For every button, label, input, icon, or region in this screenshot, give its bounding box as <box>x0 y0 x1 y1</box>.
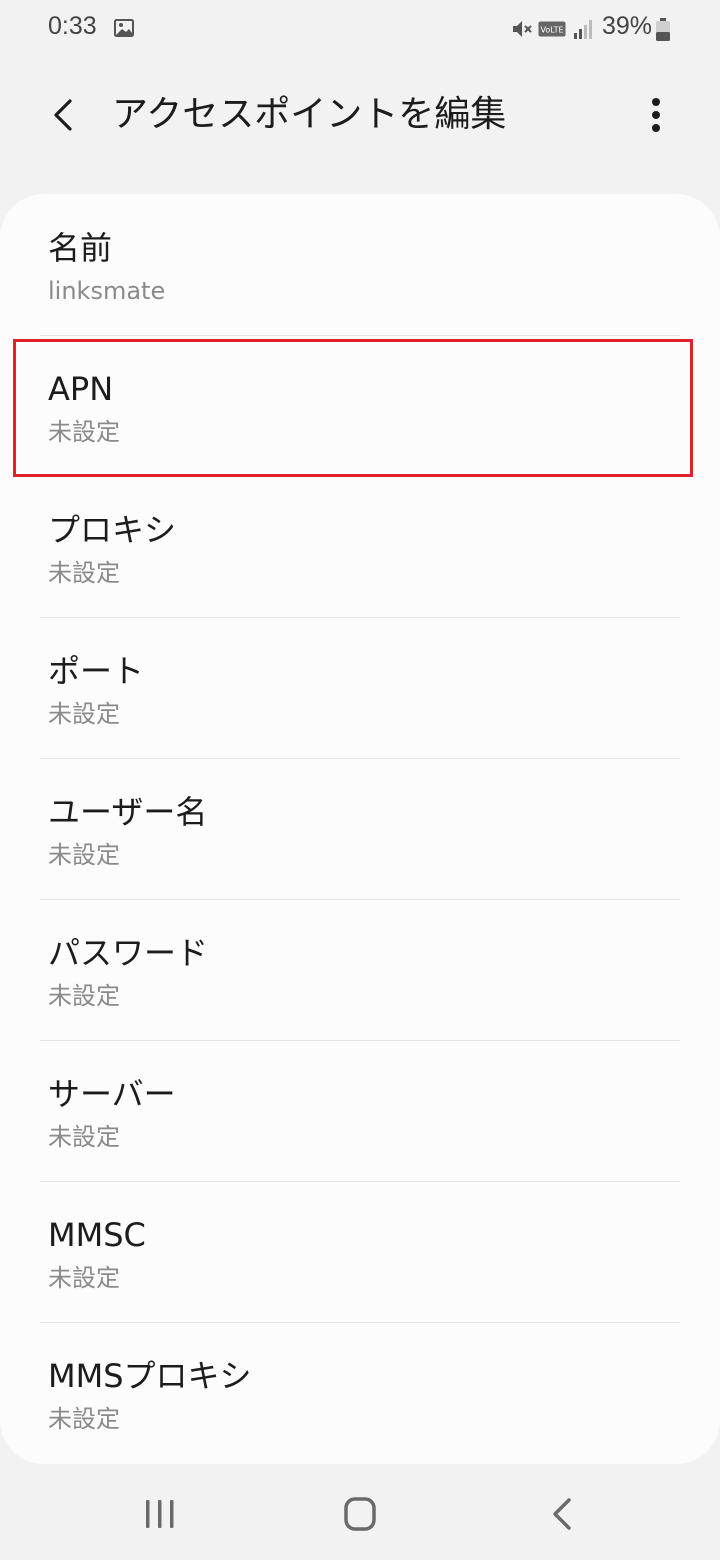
setting-title: 名前 <box>48 229 113 267</box>
setting-item-proxy[interactable]: プロキシ 未設定 <box>0 476 720 617</box>
setting-item-apn[interactable]: APN 未設定 <box>0 335 720 476</box>
navigation-bar <box>0 1464 720 1560</box>
setting-title: ポート <box>48 652 145 690</box>
setting-value: 未設定 <box>48 841 120 869</box>
setting-item-password[interactable]: パスワード 未設定 <box>0 899 720 1040</box>
setting-title: プロキシ <box>48 511 177 549</box>
more-options-button[interactable] <box>636 92 676 138</box>
app-bar: アクセスポイントを編集 <box>0 70 720 160</box>
gallery-icon <box>114 19 134 37</box>
back-icon[interactable] <box>542 1492 582 1536</box>
setting-item-username[interactable]: ユーザー名 未設定 <box>0 758 720 899</box>
svg-text:VoLTE: VoLTE <box>540 26 563 35</box>
page-title: アクセスポイントを編集 <box>112 94 507 135</box>
status-bar: 0:33 VoLTE 39% <box>0 0 720 60</box>
battery-icon <box>656 18 670 41</box>
setting-item-name[interactable]: 名前 linksmate <box>0 194 720 335</box>
back-button[interactable] <box>40 92 86 138</box>
setting-item-port[interactable]: ポート 未設定 <box>0 617 720 758</box>
setting-title: ユーザー名 <box>48 793 208 831</box>
setting-value: 未設定 <box>48 1405 120 1433</box>
signal-icon <box>574 20 592 39</box>
more-vert-icon <box>652 98 660 132</box>
status-time: 0:33 <box>48 12 97 40</box>
setting-title: MMSC <box>48 1216 146 1254</box>
setting-title: サーバー <box>48 1075 176 1113</box>
settings-list: 名前 linksmate APN 未設定 プロキシ 未設定 ポート 未設定 ユー… <box>0 194 720 1464</box>
battery-percent: 39% <box>602 12 653 40</box>
recents-icon[interactable] <box>134 1494 186 1534</box>
setting-value: 未設定 <box>48 559 120 587</box>
setting-title: MMSプロキシ <box>48 1357 252 1395</box>
setting-value: 未設定 <box>48 982 120 1010</box>
volte-icon: VoLTE <box>538 21 566 37</box>
setting-item-mmsc[interactable]: MMSC 未設定 <box>0 1181 720 1322</box>
setting-item-server[interactable]: サーバー 未設定 <box>0 1040 720 1181</box>
setting-value: linksmate <box>48 277 166 305</box>
setting-value: 未設定 <box>48 418 120 446</box>
setting-value: 未設定 <box>48 700 120 728</box>
home-icon[interactable] <box>336 1492 384 1536</box>
mute-icon <box>513 21 532 37</box>
setting-title: パスワード <box>48 934 209 972</box>
setting-item-mms-proxy[interactable]: MMSプロキシ 未設定 <box>0 1322 720 1463</box>
setting-value: 未設定 <box>48 1264 120 1292</box>
setting-title: APN <box>48 370 114 408</box>
setting-value: 未設定 <box>48 1123 120 1151</box>
back-arrow-icon <box>54 99 72 131</box>
